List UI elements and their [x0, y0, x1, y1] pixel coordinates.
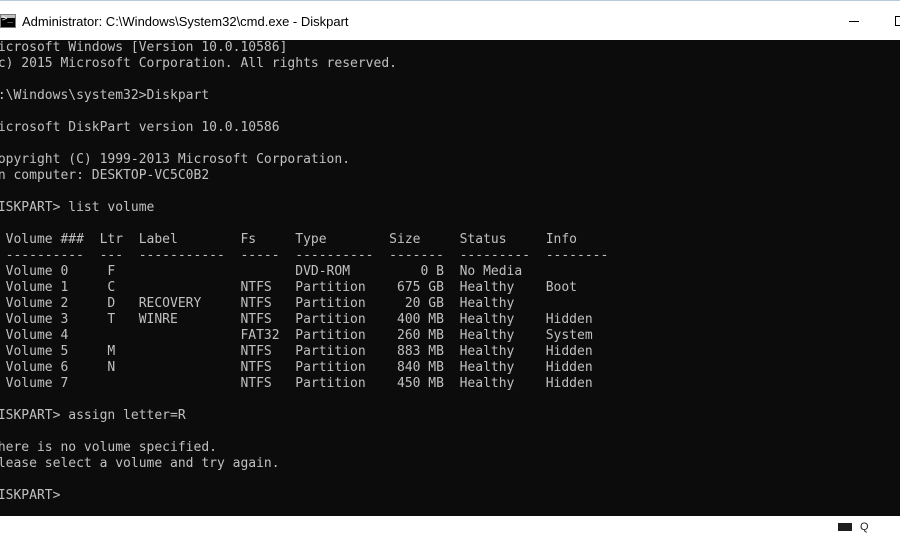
bottom-strip	[0, 516, 900, 530]
console-line: Volume 5 M NTFS Partition 883 MB Healthy…	[0, 344, 593, 359]
console-line: On computer: DESKTOP-VC5C0B2	[0, 168, 210, 183]
console-line: Volume 2 D RECOVERY NTFS Partition 20 GB…	[0, 296, 515, 311]
console-line: (c) 2015 Microsoft Corporation. All righ…	[0, 56, 397, 71]
cmd-window: >_ Administrator: C:\Windows\System32\cm…	[0, 0, 900, 533]
maximize-icon	[895, 16, 900, 26]
cmd-icon[interactable]: >_	[0, 14, 16, 28]
console-line: Volume 3 T WINRE NTFS Partition 400 MB H…	[0, 312, 593, 327]
console-line: Volume 0 F DVD-ROM 0 B No Media	[0, 264, 523, 279]
console-line: Volume 1 C NTFS Partition 675 GB Healthy…	[0, 280, 577, 295]
console-line: Volume ### Ltr Label Fs Type Size Status…	[0, 232, 577, 247]
console-line: DISKPART>	[0, 488, 61, 503]
console-line: Volume 4 FAT32 Partition 260 MB Healthy …	[0, 328, 593, 343]
console-line: DISKPART> list volume	[0, 200, 155, 215]
cmd-icon-glyph: >_	[2, 14, 13, 24]
maximize-button[interactable]	[877, 1, 900, 41]
taskbar-label: Q	[860, 521, 869, 533]
minimize-button[interactable]	[831, 1, 877, 41]
console-line: C:\Windows\system32>Diskpart	[0, 88, 210, 103]
console-line: There is no volume specified.	[0, 440, 217, 455]
console-line: Copyright (C) 1999-2013 Microsoft Corpor…	[0, 152, 351, 167]
console-text: Microsoft Windows [Version 10.0.10586] (c…	[0, 40, 608, 504]
window-title: Administrator: C:\Windows\System32\cmd.e…	[22, 14, 349, 29]
console-line: DISKPART> assign letter=R	[0, 408, 186, 423]
minimize-icon	[849, 20, 859, 22]
console-output-area[interactable]: Microsoft Windows [Version 10.0.10586] (c…	[0, 40, 900, 516]
console-line: Microsoft DiskPart version 10.0.10586	[0, 120, 280, 135]
console-line: Microsoft Windows [Version 10.0.10586]	[0, 40, 288, 55]
console-line: Volume 6 N NTFS Partition 840 MB Healthy…	[0, 360, 593, 375]
taskbar-fragment[interactable]: Q	[836, 520, 900, 533]
console-line: Please select a volume and try again.	[0, 456, 280, 471]
console-line: ---------- --- ----------- ----- -------…	[0, 248, 609, 263]
title-bar[interactable]: >_ Administrator: C:\Windows\System32\cm…	[0, 0, 900, 40]
console-line: Volume 7 NTFS Partition 450 MB Healthy H…	[0, 376, 593, 391]
